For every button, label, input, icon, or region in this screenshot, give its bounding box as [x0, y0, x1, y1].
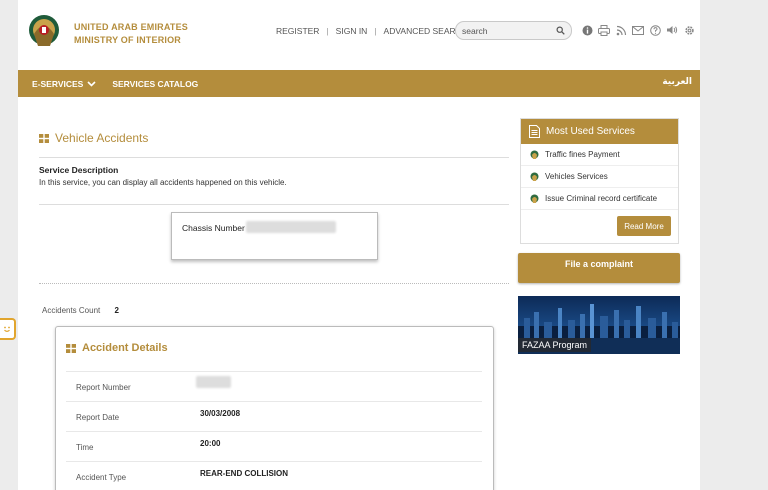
detail-label: Accident Type [76, 473, 127, 482]
accident-details-heading: Accident Details [66, 342, 168, 354]
mail-icon[interactable] [632, 24, 644, 36]
chassis-number-panel: Chassis Number [171, 212, 378, 260]
service-link-criminal-record[interactable]: Issue Criminal record certificate [521, 188, 678, 210]
document-icon [529, 125, 540, 138]
nav-eservices[interactable]: E-SERVICES [32, 79, 96, 89]
brand-line-2: MINISTRY OF INTERIOR [74, 35, 182, 45]
chevron-down-icon [87, 80, 96, 87]
detail-label: Report Number [76, 383, 131, 392]
service-link-label: Issue Criminal record certificate [545, 194, 658, 203]
service-link-label: Traffic fines Payment [545, 150, 620, 159]
service-link-label: Vehicles Services [545, 172, 608, 181]
signin-link[interactable]: SIGN IN [336, 26, 368, 36]
uae-emblem-logo[interactable] [26, 12, 62, 54]
most-used-services-panel: Most Used Services Traffic fines Payment… [520, 118, 679, 244]
toolbar-icons [581, 24, 695, 36]
read-more-button[interactable]: Read More [617, 216, 671, 236]
report-number-redacted [196, 376, 231, 388]
smiley-icon [4, 326, 10, 332]
detail-row-time: Time 20:00 [66, 431, 482, 461]
page-title-text: Vehicle Accidents [55, 131, 149, 145]
help-icon[interactable] [649, 24, 661, 36]
detail-label: Time [76, 443, 94, 452]
chassis-number-label: Chassis Number [182, 223, 245, 233]
grid-icon [39, 133, 49, 143]
emblem-bullet-icon [530, 172, 539, 181]
fazaa-banner[interactable]: FAZAA Program [518, 296, 680, 354]
info-icon[interactable] [581, 24, 593, 36]
nav-services-catalog[interactable]: SERVICES CATALOG [112, 79, 198, 89]
emblem-bullet-icon [530, 150, 539, 159]
feedback-tab[interactable] [0, 318, 16, 340]
settings-icon[interactable] [683, 24, 695, 36]
detail-value: REAR-END COLLISION [200, 469, 288, 478]
print-icon[interactable] [598, 24, 610, 36]
link-divider: | [326, 26, 329, 36]
link-divider: | [374, 26, 377, 36]
header: UNITED ARAB EMIRATES MINISTRY OF INTERIO… [18, 0, 700, 70]
page: UNITED ARAB EMIRATES MINISTRY OF INTERIO… [18, 0, 700, 490]
most-used-services-title: Most Used Services [546, 126, 635, 137]
detail-row-accident-type: Accident Type REAR-END COLLISION [66, 461, 482, 490]
accidents-count-label: Accidents Count [42, 306, 101, 315]
top-links: REGISTER | SIGN IN | ADVANCED SEARCH [276, 26, 468, 36]
search-icon[interactable] [556, 26, 565, 35]
detail-value: 30/03/2008 [200, 409, 241, 418]
search-box [455, 21, 572, 40]
accidents-count-value: 2 [114, 306, 119, 315]
chassis-number-redacted [246, 221, 336, 233]
nav-eservices-label: E-SERVICES [32, 78, 84, 89]
most-used-services-header: Most Used Services [521, 119, 678, 144]
fazaa-caption: FAZAA Program [518, 338, 592, 352]
detail-value: 20:00 [200, 439, 221, 448]
register-link[interactable]: REGISTER [276, 26, 319, 36]
brand-line-1: UNITED ARAB EMIRATES [74, 22, 188, 32]
ministry-brand[interactable]: UNITED ARAB EMIRATES MINISTRY OF INTERIO… [74, 21, 188, 47]
emblem-bullet-icon [530, 194, 539, 203]
service-description-heading: Service Description [39, 165, 119, 175]
divider [39, 157, 509, 158]
detail-row-report-date: Report Date 30/03/2008 [66, 401, 482, 431]
search-input[interactable] [462, 25, 552, 36]
accident-details-title: Accident Details [82, 342, 168, 354]
main-navigation: E-SERVICES SERVICES CATALOG العربية [18, 70, 700, 97]
grid-icon [66, 343, 76, 353]
service-link-traffic-fines[interactable]: Traffic fines Payment [521, 144, 678, 166]
sound-icon[interactable] [666, 24, 678, 36]
file-complaint-button[interactable]: File a complaint [518, 253, 680, 283]
detail-label: Report Date [76, 413, 120, 422]
divider [39, 204, 509, 205]
accident-details-panel: Accident Details Report Number Report Da… [55, 326, 494, 490]
detail-row-report-number: Report Number [66, 371, 482, 401]
service-description-text: In this service, you can display all acc… [39, 178, 287, 187]
page-title: Vehicle Accidents [39, 131, 148, 145]
rss-icon[interactable] [615, 24, 627, 36]
accidents-count: Accidents Count 2 [42, 306, 119, 315]
language-switch[interactable]: العربية [662, 77, 692, 87]
dotted-divider [39, 283, 509, 284]
service-link-vehicles[interactable]: Vehicles Services [521, 166, 678, 188]
